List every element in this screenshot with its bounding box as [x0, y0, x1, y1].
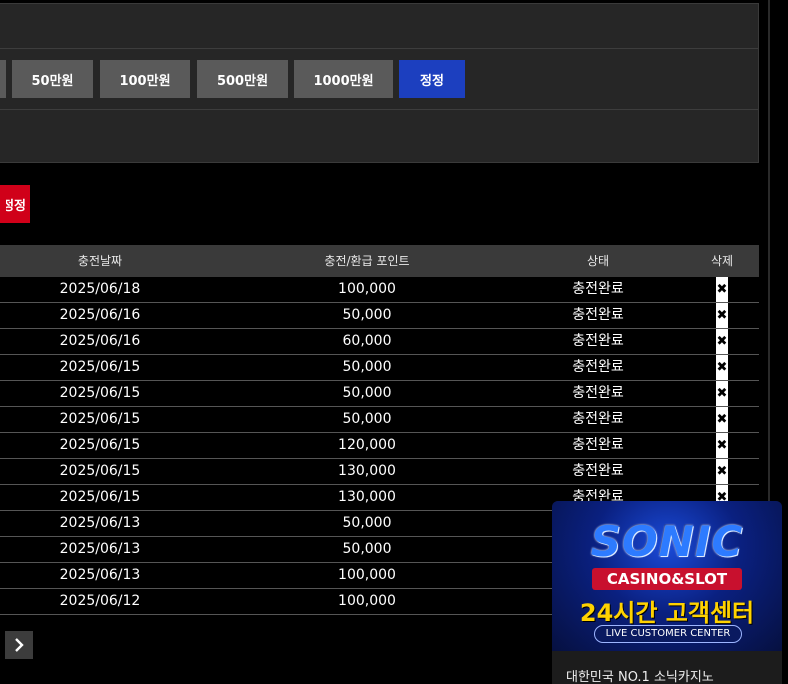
delete-icon[interactable]: ✖	[716, 277, 728, 302]
row-date: 2025/06/15	[59, 463, 141, 479]
row-date: 2025/06/15	[59, 437, 141, 453]
row-points: 100,000	[338, 567, 396, 583]
delete-icon[interactable]: ✖	[716, 407, 728, 432]
table-row: 2025/06/15 50,000 충전완료 ✖	[0, 407, 759, 433]
row-status: 충전완료	[572, 437, 624, 453]
delete-icon[interactable]: ✖	[716, 459, 728, 484]
table-row: 2025/06/16 50,000 충전완료 ✖	[0, 303, 759, 329]
panel-divider	[0, 109, 758, 110]
banner-subtitle: CASINO&SLOT	[592, 568, 742, 590]
header-delete: 삭제	[710, 254, 734, 268]
row-points: 130,000	[338, 463, 396, 479]
row-points: 130,000	[338, 489, 396, 505]
chevron-right-icon	[15, 638, 24, 652]
row-points: 50,000	[342, 359, 392, 375]
amount-button-partial[interactable]	[0, 60, 6, 98]
row-points: 100,000	[338, 281, 396, 297]
table-row: 2025/06/15 130,000 충전완료 ✖	[0, 459, 759, 485]
row-points: 50,000	[342, 541, 392, 557]
table-row: 2025/06/15 50,000 충전완료 ✖	[0, 355, 759, 381]
header-points: 충전/환급 포인트	[324, 254, 410, 268]
row-date: 2025/06/15	[59, 359, 141, 375]
amount-100-button[interactable]: 100만원	[100, 60, 190, 98]
row-points: 50,000	[342, 307, 392, 323]
amount-50-button[interactable]: 50만원	[12, 60, 93, 98]
delete-icon[interactable]: ✖	[716, 329, 728, 354]
row-status: 충전완료	[572, 385, 624, 401]
row-status: 충전완료	[572, 411, 624, 427]
row-status: 충전완료	[572, 333, 624, 349]
delete-icon[interactable]: ✖	[716, 433, 728, 458]
row-points: 120,000	[338, 437, 396, 453]
delete-icon[interactable]: ✖	[716, 303, 728, 328]
table-row: 2025/06/15 50,000 충전완료 ✖	[0, 381, 759, 407]
row-points: 60,000	[342, 333, 392, 349]
apply-button-label: 정정	[6, 198, 26, 214]
row-points: 50,000	[342, 411, 392, 427]
banner-brand-logo: SONIC	[590, 517, 744, 566]
customer-center-banner[interactable]: SONIC CASINO&SLOT 24시간 고객센터 LIVE CUSTOME…	[552, 501, 782, 684]
table-row: 2025/06/16 60,000 충전완료 ✖	[0, 329, 759, 355]
panel-divider	[0, 48, 758, 49]
delete-icon[interactable]: ✖	[716, 355, 728, 380]
row-date: 2025/06/13	[59, 567, 141, 583]
row-date: 2025/06/13	[59, 515, 141, 531]
row-points: 100,000	[338, 593, 396, 609]
row-date: 2025/06/15	[59, 411, 141, 427]
row-points: 50,000	[342, 385, 392, 401]
banner-live-badge: LIVE CUSTOMER CENTER	[594, 625, 742, 643]
table-header: 충전날짜 충전/환급 포인트 상태 삭제	[0, 245, 759, 277]
correct-button[interactable]: 정정	[399, 60, 465, 98]
row-points: 50,000	[342, 515, 392, 531]
header-status: 상태	[586, 254, 610, 268]
amount-1000-button[interactable]: 1000만원	[294, 60, 393, 98]
banner-caption: 대한민국 NO.1 소닉카지노	[566, 670, 714, 684]
row-date: 2025/06/13	[59, 541, 141, 557]
table-row: 2025/06/15 120,000 충전완료 ✖	[0, 433, 759, 459]
row-status: 충전완료	[572, 281, 624, 297]
row-date: 2025/06/16	[59, 307, 141, 323]
amount-500-button[interactable]: 500만원	[197, 60, 288, 98]
header-date: 충전날짜	[77, 254, 123, 268]
banner-hours: 24시간 고객센터	[579, 599, 755, 627]
table-row: 2025/06/18 100,000 충전완료 ✖	[0, 277, 759, 303]
row-date: 2025/06/12	[59, 593, 141, 609]
row-status: 충전완료	[572, 359, 624, 375]
next-page-button[interactable]	[5, 631, 33, 659]
delete-icon[interactable]: ✖	[716, 381, 728, 406]
row-date: 2025/06/16	[59, 333, 141, 349]
row-status: 충전완료	[572, 307, 624, 323]
row-status: 충전완료	[572, 463, 624, 479]
row-date: 2025/06/15	[59, 385, 141, 401]
row-date: 2025/06/15	[59, 489, 141, 505]
row-date: 2025/06/18	[59, 281, 141, 297]
apply-button[interactable]: 정정	[0, 185, 30, 223]
